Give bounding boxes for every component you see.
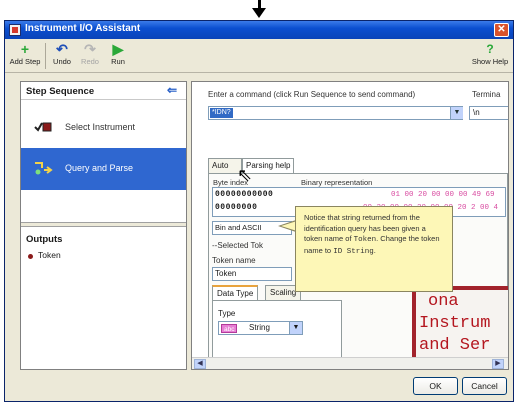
run-button[interactable]: ▶ Run	[105, 41, 131, 71]
preview-line: Instrum	[419, 314, 491, 333]
selected-token-label: --Selected Tok	[212, 241, 263, 250]
data-type-panel: Type abc String ▼	[212, 300, 342, 360]
chevron-down-icon[interactable]: ▼	[450, 107, 463, 119]
query-parse-icon	[35, 162, 53, 175]
outputs-title: Outputs	[26, 234, 63, 245]
redo-label: Redo	[81, 57, 99, 66]
check-instrument-icon	[34, 122, 52, 132]
binary-header: Binary representation	[301, 178, 373, 187]
step-select-instrument[interactable]: Select Instrument	[21, 112, 186, 142]
output-item-token[interactable]: Token	[38, 250, 61, 260]
run-icon: ▶	[112, 41, 124, 57]
binary-row[interactable]: 00000000	[215, 203, 257, 212]
undo-button[interactable]: ↶ Undo	[49, 41, 75, 71]
title-bar[interactable]: Instrument I/O Assistant ✕	[5, 21, 513, 39]
command-value: *IDN?	[210, 108, 233, 118]
window-title: Instrument I/O Assistant	[25, 23, 141, 34]
string-type-icon: abc	[221, 324, 238, 333]
tab-data-type[interactable]: Data Type	[212, 285, 259, 301]
step-label: Select Instrument	[65, 122, 136, 132]
binary-hex-row: 01 00 20 00 00 00 49 69	[391, 191, 495, 199]
help-callout: Notice that string returned from the ide…	[295, 206, 453, 292]
step-label: Query and Parse	[65, 163, 134, 173]
preview-line: and Ser	[419, 336, 491, 355]
terminator-label: Termina	[472, 90, 501, 99]
callout-text-part: .	[373, 245, 376, 255]
preview-line: ona	[428, 292, 459, 311]
step-sequence-header: Step Sequence ⇐	[21, 82, 186, 100]
token-name-label: Token name	[212, 256, 256, 265]
help-icon: ?	[486, 42, 494, 56]
type-label: Type	[218, 309, 236, 318]
show-help-label: Show Help	[471, 57, 509, 66]
ok-button[interactable]: OK	[413, 377, 458, 395]
app-icon	[9, 24, 21, 36]
cancel-button[interactable]: Cancel	[462, 377, 507, 395]
toolbar-separator	[45, 43, 46, 69]
callout-code: Token	[353, 236, 377, 244]
callout-code: ID String	[333, 247, 374, 256]
pane-splitter[interactable]	[21, 222, 186, 227]
collapse-arrow-icon[interactable]: ⇐	[167, 83, 177, 97]
scroll-right-icon[interactable]: ▶	[492, 359, 504, 369]
redo-button[interactable]: ↷ Redo	[77, 41, 103, 71]
step-query-and-parse[interactable]: Query and Parse	[21, 148, 186, 190]
command-label: Enter a command (click Run Sequence to s…	[208, 90, 416, 99]
add-step-label: Add Step	[9, 57, 41, 66]
mouse-cursor-icon: ⇖	[237, 165, 253, 185]
plus-icon: +	[20, 41, 30, 57]
run-label: Run	[111, 57, 125, 66]
left-pane: Step Sequence ⇐ Select Instrument Query …	[20, 81, 187, 370]
undo-icon: ↶	[56, 41, 68, 57]
token-name-input[interactable]: Token	[212, 267, 292, 281]
undo-label: Undo	[53, 57, 71, 66]
type-select[interactable]: abc String ▼	[218, 321, 303, 335]
pointer-arrow-icon	[252, 8, 266, 18]
command-combobox[interactable]: *IDN? ▼	[208, 106, 463, 120]
toolbar: + Add Step ↶ Undo ↷ Redo ▶ Run ? Show He…	[5, 39, 513, 73]
binary-row[interactable]: 00000000000	[215, 190, 273, 199]
show-help-button[interactable]: ? Show Help	[471, 41, 509, 71]
output-bullet-icon	[28, 254, 33, 259]
add-step-button[interactable]: + Add Step	[9, 41, 41, 71]
instrument-io-window: Instrument I/O Assistant ✕ + Add Step ↶ …	[4, 20, 514, 402]
type-value: String	[249, 323, 270, 332]
close-button[interactable]: ✕	[494, 23, 509, 37]
terminator-field[interactable]: \n	[469, 106, 508, 120]
scroll-left-icon[interactable]: ◀	[194, 359, 206, 369]
step-sequence-title: Step Sequence	[26, 86, 95, 97]
redo-icon: ↷	[84, 41, 96, 57]
chevron-down-icon[interactable]: ▼	[289, 322, 302, 334]
horizontal-scrollbar[interactable]: ◀ ▶	[192, 357, 508, 369]
parse-tabs: Auto Parsing help	[208, 158, 508, 174]
callout-text: Notice that string returned from the ide…	[304, 213, 444, 257]
